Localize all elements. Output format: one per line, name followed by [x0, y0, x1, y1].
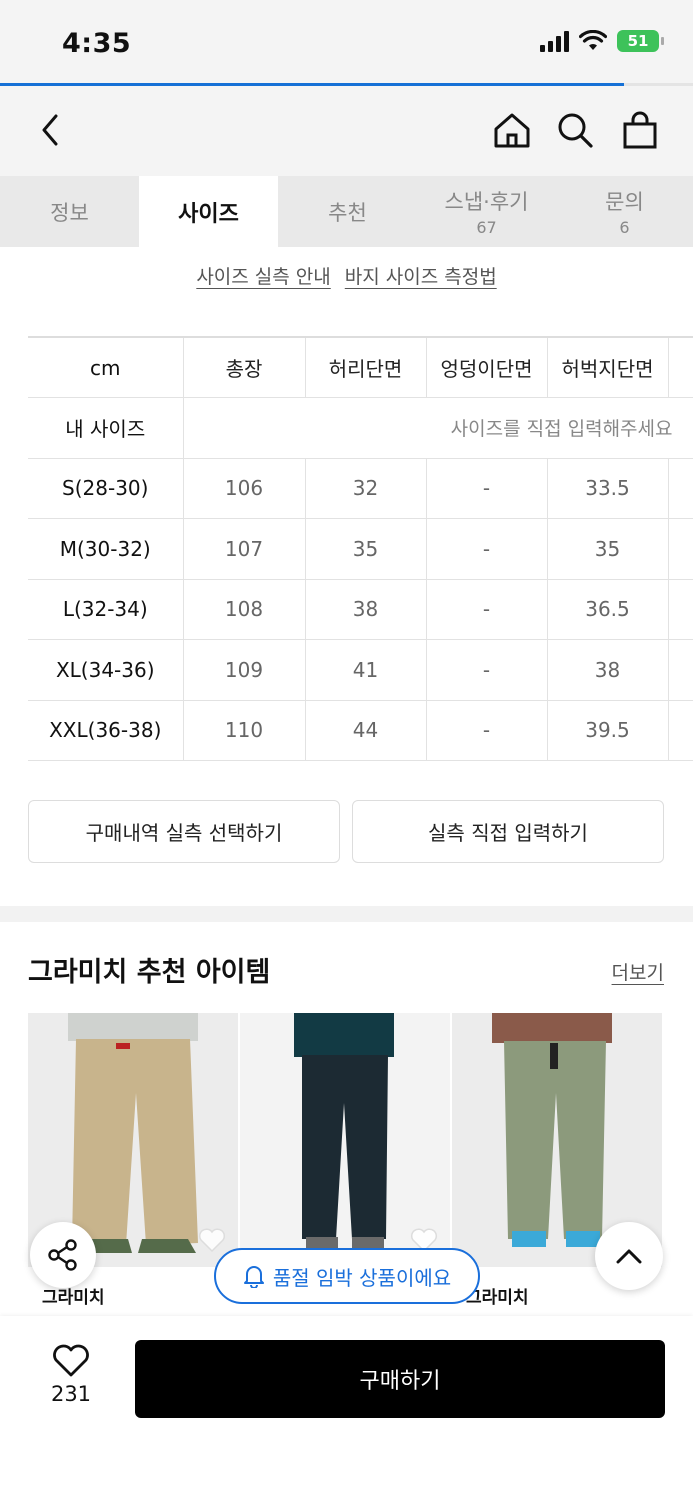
- share-button[interactable]: [30, 1222, 96, 1288]
- table-cell: 33.5: [546, 457, 669, 519]
- size-guide-links: 사이즈 실측 안내 바지 사이즈 측정법: [0, 262, 693, 289]
- tab-label: 사이즈: [178, 201, 239, 227]
- size-label: L(32-34): [28, 578, 184, 640]
- tab-info[interactable]: 정보: [0, 176, 139, 247]
- home-icon: [494, 113, 530, 148]
- wifi-icon: [579, 30, 607, 50]
- table-cell: 108: [182, 578, 306, 640]
- wishlist-heart-icon[interactable]: [198, 1227, 226, 1253]
- heart-icon: [53, 1344, 89, 1377]
- table-cell: 41: [304, 639, 427, 701]
- recommend-section-title: 그라미치 추천 아이템: [28, 957, 271, 988]
- column-header: cm: [28, 336, 184, 398]
- column-header: 엉덩이단면: [425, 336, 548, 398]
- product-card[interactable]: 가제 패츠 Bl: [240, 1013, 450, 1336]
- section-divider: [0, 906, 693, 922]
- header: [0, 86, 693, 176]
- size-guide-link[interactable]: 사이즈 실측 안내: [196, 262, 330, 289]
- size-label: XXL(36-38): [28, 699, 184, 761]
- table-cell: 110: [182, 699, 306, 761]
- my-size-input[interactable]: 사이즈를 직접 입력해주세요: [182, 397, 693, 459]
- column-header-overflow: [667, 336, 693, 398]
- home-button[interactable]: [490, 108, 534, 152]
- shopping-bag-icon: [623, 111, 657, 149]
- my-size-label: 내 사이즈: [28, 397, 184, 459]
- table-row: M(30-32) 107 35 - 35: [28, 518, 693, 580]
- back-button[interactable]: [28, 108, 72, 152]
- scroll-top-button[interactable]: [595, 1222, 663, 1290]
- size-label: XL(34-36): [28, 639, 184, 701]
- size-label: M(30-32): [28, 518, 184, 580]
- toast-text: 품절 임박 상품이에요: [272, 1265, 452, 1290]
- share-icon: [48, 1239, 77, 1271]
- table-cell: 109: [182, 639, 306, 701]
- table-cell: 106: [182, 457, 306, 519]
- my-size-row: 내 사이즈 사이즈를 직접 입력해주세요: [28, 397, 693, 459]
- table-cell: 38: [304, 578, 427, 640]
- table-cell: -: [425, 578, 548, 640]
- table-cell: 44: [304, 699, 427, 761]
- battery-level: 51: [627, 32, 649, 50]
- chevron-up-icon: [616, 1249, 642, 1264]
- tab-recommend[interactable]: 추천: [278, 176, 417, 247]
- table-cell: 39.5: [546, 699, 669, 761]
- tab-inquiry[interactable]: 문의 6: [556, 176, 693, 247]
- tab-size[interactable]: 사이즈: [139, 176, 278, 247]
- low-stock-toast: 품절 임박 상품이에요: [214, 1248, 480, 1304]
- table-cell: -: [425, 518, 548, 580]
- status-time: 4:35: [62, 28, 132, 59]
- tab-label: 정보: [50, 200, 89, 225]
- tab-count: 67: [476, 218, 497, 237]
- column-header: 허벅지단면: [546, 336, 669, 398]
- table-cell-overflow: [667, 639, 693, 701]
- tab-count: 6: [619, 218, 630, 237]
- status-bar: 4:35 51: [0, 0, 693, 84]
- table-cell-overflow: [667, 699, 693, 761]
- status-icons: 51: [540, 30, 664, 52]
- buy-button[interactable]: 구매하기: [135, 1340, 665, 1418]
- table-cell: 38: [546, 639, 669, 701]
- size-label: S(28-30): [28, 457, 184, 519]
- bottom-bar: 231 구매하기: [0, 1316, 693, 1500]
- table-cell: -: [425, 457, 548, 519]
- like-count: 231: [50, 1382, 92, 1406]
- size-table: cm 총장 허리단면 엉덩이단면 허벅지단면 내 사이즈 사이즈를 직접 입력해…: [28, 336, 693, 761]
- chevron-left-icon: [42, 114, 58, 146]
- table-row: XXL(36-38) 110 44 - 39.5: [28, 699, 693, 761]
- table-cell-overflow: [667, 518, 693, 580]
- cart-button[interactable]: [618, 108, 662, 152]
- pants-measure-link[interactable]: 바지 사이즈 측정법: [345, 262, 497, 289]
- battery-icon: 51: [617, 30, 664, 52]
- tab-label: 문의: [605, 190, 644, 214]
- table-cell: 107: [182, 518, 306, 580]
- table-header-row: cm 총장 허리단면 엉덩이단면 허벅지단면: [28, 336, 693, 398]
- table-cell: 32: [304, 457, 427, 519]
- table-row: S(28-30) 106 32 - 33.5: [28, 457, 693, 519]
- column-header: 허리단면: [304, 336, 427, 398]
- table-cell: -: [425, 639, 548, 701]
- tab-label: 스냅·후기: [444, 190, 529, 214]
- column-header: 총장: [182, 336, 306, 398]
- table-cell: 35: [304, 518, 427, 580]
- table-cell: 36.5: [546, 578, 669, 640]
- bell-icon: [243, 1266, 264, 1288]
- product-brand: 그라미치: [42, 1288, 105, 1308]
- select-purchase-measure-button[interactable]: 구매내역 실측 선택하기: [28, 800, 340, 863]
- tab-snap-review[interactable]: 스냅·후기 67: [417, 176, 556, 247]
- table-cell-overflow: [667, 578, 693, 640]
- table-cell: 35: [546, 518, 669, 580]
- search-button[interactable]: [553, 108, 597, 152]
- signal-icon: [540, 30, 569, 52]
- table-row: L(32-34) 108 38 - 36.5: [28, 578, 693, 640]
- table-cell-overflow: [667, 457, 693, 519]
- table-row: XL(34-36) 109 41 - 38: [28, 639, 693, 701]
- search-icon: [558, 113, 593, 148]
- tab-label: 추천: [328, 200, 367, 225]
- product-image: [240, 1013, 450, 1267]
- manual-measure-input-button[interactable]: 실측 직접 입력하기: [352, 800, 664, 863]
- like-button[interactable]: 231: [40, 1344, 102, 1406]
- more-link[interactable]: 더보기: [612, 958, 664, 985]
- tab-bar: 정보 사이즈 추천 스냅·후기 67 문의 6: [0, 176, 693, 247]
- table-cell: -: [425, 699, 548, 761]
